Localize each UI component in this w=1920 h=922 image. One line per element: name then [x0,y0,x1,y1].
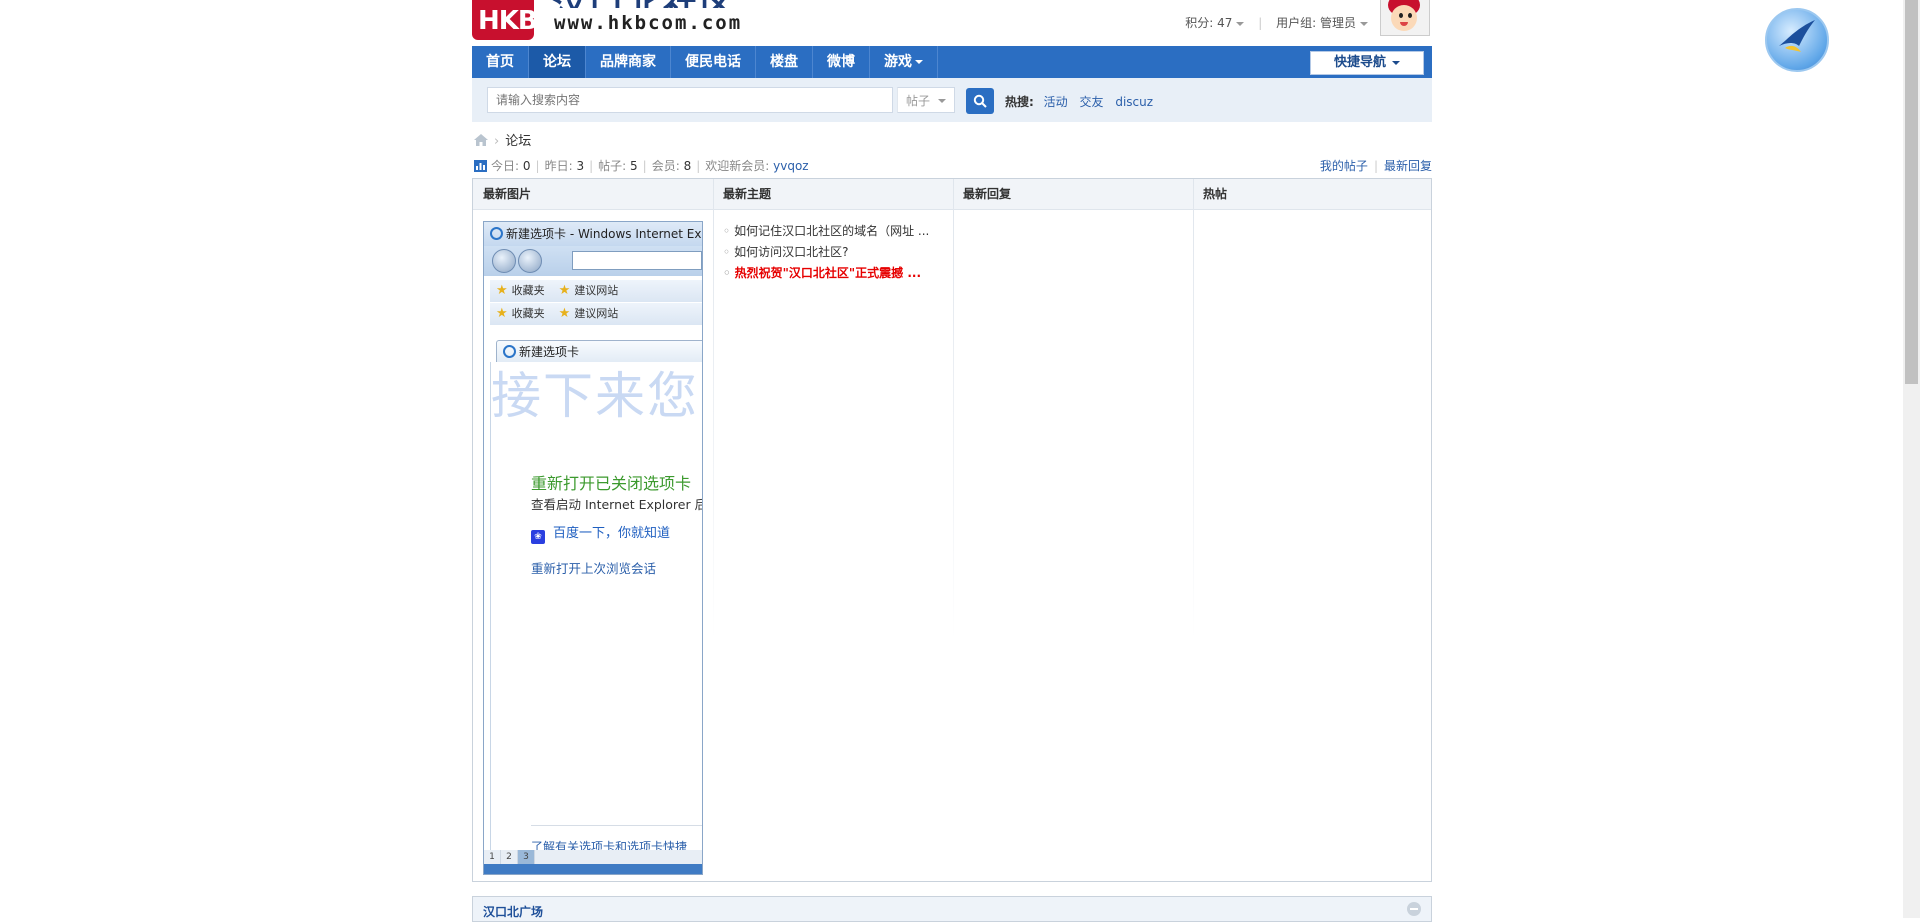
search-type-select[interactable]: 帖子 [897,87,955,113]
ie-url-field [572,251,702,270]
points-link[interactable]: 积分: 47 [1185,16,1245,30]
bird-icon [1779,20,1815,52]
chevron-down-icon [938,99,946,103]
logo-url: www.hkbcom.com [554,12,743,34]
usergroup-link[interactable]: 用户组: 管理员 [1276,16,1368,30]
nav-item-games[interactable]: 游戏 [870,46,938,78]
site-logo[interactable]: HKB 汉口北社区 www.hkbcom.com [472,0,792,42]
nav-item-home[interactable]: 首页 [472,46,529,78]
nav-item-brands[interactable]: 品牌商家 [586,46,671,78]
avatar[interactable] [1380,0,1430,36]
quick-nav-button[interactable]: 快捷导航 [1310,51,1424,75]
stat-posts: 5 [630,159,638,173]
topic-link[interactable]: 如何记住汉口北社区的域名（网址 ... [723,221,953,242]
ie-favorites-bar: ★ 收藏夹 ★ 建议网站 [490,280,702,302]
column-title: 最新图片 [483,187,532,201]
pager-page[interactable]: 2 [501,850,518,864]
column-title: 热帖 [1203,187,1228,201]
nav-item-property[interactable]: 楼盘 [756,46,813,78]
breadcrumb: › 论坛 [474,130,531,149]
baidu-paw-icon: ❀ [531,530,545,544]
user-info: 积分: 47 | 用户组: 管理员 [1185,14,1368,31]
star-icon: ★ [496,283,508,298]
ie-address-bar [484,246,702,276]
breadcrumb-current: 论坛 [505,134,532,149]
search-button[interactable] [966,88,994,114]
latest-replies-link[interactable]: 最新回复 [1384,159,1432,173]
grid-header: 最新图片 最新主题 最新回复 热帖 [473,179,1431,210]
search-icon [973,94,987,108]
topic-link[interactable]: 热烈祝贺"汉口北社区"正式震撼 ... [723,263,953,284]
forum-stats: 今日: 0 | 昨日: 3 | 帖子: 5 | 会员: 8 | 欢迎新会员: yvqoz [474,157,809,174]
hot-term-link[interactable]: 交友 [1079,95,1103,109]
main-nav: 首页 论坛 品牌商家 便民电话 楼盘 微博 游戏 快捷导航 [472,46,1432,79]
my-posts-link[interactable]: 我的帖子 [1320,159,1368,173]
reopen-last-session: 重新打开上次浏览会话 [531,561,657,576]
back-icon [492,249,516,273]
ie-favorites-bar: ★ 收藏夹 ★ 建议网站 [490,303,702,325]
stat-yesterday: 3 [576,159,585,173]
reopen-closed-tabs: 重新打开已关闭选项卡 [531,474,692,493]
column-title: 最新主题 [723,187,772,201]
stat-members: 8 [683,159,692,173]
reopen-subtext: 查看启动 Internet Explorer 后 [531,497,703,512]
latest-picture[interactable]: 新建选项卡 - Windows Internet Ex ★ 收藏夹 ★ 建议网站 ★ 收… [483,221,703,875]
star-icon: ★ [558,306,571,321]
portal-grid: 最新图片 最新主题 最新回复 热帖 新建选项卡 - Windows Intern… [472,178,1432,882]
star-icon: ★ [558,283,571,298]
latest-topics-list: 如何记住汉口北社区的域名（网址 ... 如何访问汉口北社区? 热烈祝贺"汉口北社… [723,221,953,284]
scrollbar-thumb[interactable] [1905,0,1918,384]
logo-hkb-badge: HKB [472,0,538,40]
chevron-down-icon [915,60,923,64]
pager-page[interactable]: 3 [518,850,535,864]
ghost-heading: 接下来您 [491,367,699,425]
quick-links: 我的帖子 | 最新回复 [1319,159,1432,173]
nav-item-phone[interactable]: 便民电话 [671,46,756,78]
page-scrollbar[interactable] [1903,0,1920,918]
logo-site-name: 汉口北社区 [552,0,737,8]
star-icon: ★ [496,306,508,321]
baidu-link: ❀ 百度一下，你就知道 [531,522,670,544]
stats-chart-icon [474,160,487,172]
pager-page[interactable]: 1 [484,850,501,864]
collapse-icon[interactable] [1407,902,1421,916]
home-icon[interactable] [474,134,488,146]
section-title[interactable]: 汉口北广场 [483,903,543,920]
search-bar: 帖子 热搜: 活动 交友 discuz [472,78,1432,122]
nav-item-forum[interactable]: 论坛 [529,46,586,78]
chevron-down-icon [1236,21,1245,26]
nav-item-weibo[interactable]: 微博 [813,46,870,78]
section-header: 汉口北广场 [472,896,1432,922]
bird-logo-icon[interactable] [1765,8,1829,72]
hot-term-link[interactable]: 活动 [1044,95,1068,109]
ie-logo-icon [490,227,503,240]
topic-link[interactable]: 如何访问汉口北社区? [723,242,953,263]
stat-today: 0 [522,159,531,173]
forward-icon [518,249,542,273]
ie-content: 接下来您 重新打开已关闭选项卡 查看启动 Internet Explorer 后… [490,362,703,874]
search-input[interactable] [487,87,893,113]
chevron-down-icon [1392,60,1400,65]
column-title: 最新回复 [963,187,1012,201]
picture-pager: 1 2 3 [484,850,702,864]
newest-member-link[interactable]: yvqoz [773,159,808,173]
ie-window-title: 新建选项卡 - Windows Internet Ex [484,222,702,247]
chevron-down-icon [1360,21,1368,26]
hot-term-link[interactable]: discuz [1115,95,1153,109]
hot-searches: 热搜: 活动 交友 discuz [1005,95,1154,109]
